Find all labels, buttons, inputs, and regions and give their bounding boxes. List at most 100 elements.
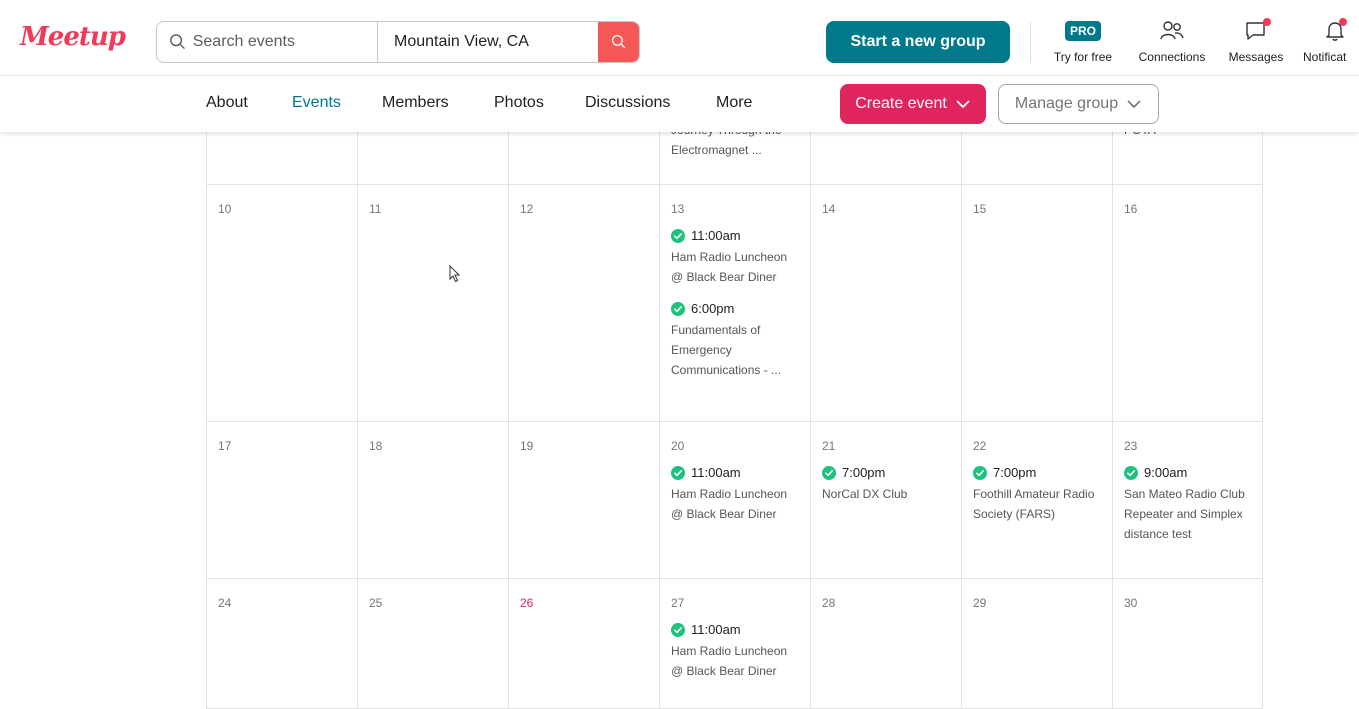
event-time: 6:00pm — [691, 301, 735, 316]
search-events-field[interactable] — [157, 22, 378, 62]
pro-nav-item[interactable]: PRO Try for free — [1048, 18, 1118, 64]
calendar-event[interactable]: 11:00am Ham Radio Luncheon @ Black Bear D… — [671, 228, 799, 287]
day-number: 25 — [369, 596, 383, 610]
event-title[interactable]: Ham Radio Luncheon @ Black Bear Diner — [671, 641, 799, 681]
connections-label: Connections — [1138, 50, 1206, 64]
pro-label: Try for free — [1053, 50, 1113, 64]
calendar-day[interactable]: 18 — [357, 422, 508, 578]
messages-label: Messages — [1228, 50, 1284, 64]
calendar-day[interactable]: 10 — [206, 185, 357, 421]
event-time: 11:00am — [691, 622, 741, 637]
event-title[interactable]: Foothill Amateur Radio Society (FARS) — [973, 484, 1101, 524]
calendar-day[interactable]: 14 — [810, 185, 961, 421]
calendar-day[interactable]: 24 — [206, 579, 357, 708]
day-number: 24 — [218, 596, 232, 610]
calendar-day[interactable]: 13 11:00am Ham Radio Luncheon @ Black Bear… — [659, 185, 810, 421]
day-number: 11 — [369, 202, 382, 216]
calendar-day[interactable]: 30 — [1112, 579, 1263, 708]
check-circle-icon — [822, 465, 836, 480]
create-event-label: Create event — [855, 95, 947, 112]
calendar-event[interactable]: 9:00am San Mateo Radio Club Repeater and … — [1124, 465, 1251, 544]
notifications-label: Notificat — [1303, 50, 1347, 64]
tab-events[interactable]: Events — [292, 94, 341, 112]
calendar-day[interactable]: 16 — [1112, 185, 1263, 421]
event-time-row: 7:00pm — [973, 465, 1101, 480]
day-number: 30 — [1124, 596, 1138, 610]
event-time-row: 7:00pm — [822, 465, 950, 480]
day-number: 17 — [218, 439, 232, 453]
event-time-row: 9:00am — [1124, 465, 1251, 480]
check-circle-icon — [1124, 465, 1138, 480]
check-circle-icon — [671, 465, 685, 480]
calendar-event[interactable]: 11:00am Ham Radio Luncheon @ Black Bear D… — [671, 465, 799, 524]
event-title[interactable]: NorCal DX Club — [822, 484, 950, 504]
tab-about[interactable]: About — [206, 94, 248, 112]
tab-more[interactable]: More — [716, 94, 752, 112]
tab-discussions[interactable]: Discussions — [585, 94, 670, 112]
calendar-day[interactable]: 25 — [357, 579, 508, 708]
event-time: 9:00am — [1144, 465, 1188, 480]
calendar-event[interactable]: 6:00pm Fundamentals of Emergency Communic… — [671, 301, 799, 380]
top-header: Meetup Start a new group PRO Try for fre… — [0, 0, 1359, 76]
location-field[interactable] — [378, 22, 598, 62]
day-number: 16 — [1124, 202, 1138, 216]
calendar-event[interactable]: 7:00pm NorCal DX Club — [822, 465, 950, 504]
start-new-group-button[interactable]: Start a new group — [826, 21, 1010, 63]
manage-group-button[interactable]: Manage group — [998, 84, 1159, 124]
check-circle-icon — [671, 228, 685, 243]
calendar-day[interactable]: 21 7:00pm NorCal DX Club — [810, 422, 961, 578]
check-circle-icon — [671, 622, 685, 637]
calendar-day[interactable]: 23 9:00am San Mateo Radio Club Repeater an… — [1112, 422, 1263, 578]
notifications-nav-item[interactable]: Notificat — [1303, 18, 1359, 64]
calendar-day[interactable]: 22 7:00pm Foothill Amateur Radio Society (… — [961, 422, 1112, 578]
cursor-icon — [449, 265, 461, 283]
event-title[interactable]: San Mateo Radio Club Repeater and Simple… — [1124, 484, 1251, 544]
calendar-week: 10 11 12 13 11:00am Ham Radio Luncheon @ Blac… — [206, 185, 1263, 422]
tab-photos[interactable]: Photos — [494, 94, 544, 112]
event-time: 11:00am — [691, 228, 741, 243]
messages-nav-item[interactable]: Messages — [1222, 18, 1290, 64]
location-input[interactable] — [394, 33, 598, 51]
calendar-week: 17 18 19 20 11:00am Ham Radio Luncheon @ Blac… — [206, 422, 1263, 579]
tab-members[interactable]: Members — [382, 94, 449, 112]
day-number: 15 — [973, 202, 987, 216]
connections-nav-item[interactable]: Connections — [1133, 18, 1211, 64]
event-time-row: 11:00am — [671, 622, 799, 637]
day-number: 18 — [369, 439, 383, 453]
event-title[interactable]: Ham Radio Luncheon @ Black Bear Diner — [671, 484, 799, 524]
meetup-logo[interactable]: Meetup — [20, 22, 126, 52]
calendar-day[interactable]: 17 — [206, 422, 357, 578]
event-title[interactable]: Fundamentals of Emergency Communications… — [671, 320, 799, 380]
calendar-day[interactable]: 12 — [508, 185, 659, 421]
calendar-day[interactable]: 29 — [961, 579, 1112, 708]
calendar-day[interactable]: 15 — [961, 185, 1112, 421]
day-number: 20 — [671, 439, 685, 453]
search-bar — [156, 21, 640, 63]
calendar-day[interactable]: 27 11:00am Ham Radio Luncheon @ Black Bear… — [659, 579, 810, 708]
search-button[interactable] — [598, 22, 639, 62]
pro-badge: PRO — [1064, 21, 1101, 41]
calendar-day[interactable]: 11 — [357, 185, 508, 421]
search-input[interactable] — [192, 33, 377, 51]
event-time: 11:00am — [691, 465, 741, 480]
calendar-weeks: 10 11 12 13 11:00am Ham Radio Luncheon @ Blac… — [206, 185, 1263, 709]
day-number: 21 — [822, 439, 836, 453]
event-time-row: 11:00am — [671, 228, 799, 243]
search-icon — [170, 34, 185, 49]
calendar-day[interactable]: 26 — [508, 579, 659, 708]
event-title[interactable]: Electromagnet ... — [671, 140, 799, 160]
day-number: 19 — [520, 439, 534, 453]
calendar-day[interactable]: 28 — [810, 579, 961, 708]
create-event-button[interactable]: Create event — [840, 84, 986, 124]
calendar-event[interactable]: 11:00am Ham Radio Luncheon @ Black Bear D… — [671, 622, 799, 681]
people-icon — [1160, 21, 1184, 40]
event-time-row: 11:00am — [671, 465, 799, 480]
calendar-event[interactable]: 7:00pm Foothill Amateur Radio Society (FA… — [973, 465, 1101, 524]
event-title[interactable]: Ham Radio Luncheon @ Black Bear Diner — [671, 247, 799, 287]
calendar-day[interactable]: 19 — [508, 422, 659, 578]
day-number: 22 — [973, 439, 987, 453]
calendar-day[interactable]: 20 11:00am Ham Radio Luncheon @ Black Bear… — [659, 422, 810, 578]
day-number: 26 — [520, 596, 534, 610]
day-number: 10 — [218, 202, 232, 216]
search-icon — [611, 34, 625, 49]
